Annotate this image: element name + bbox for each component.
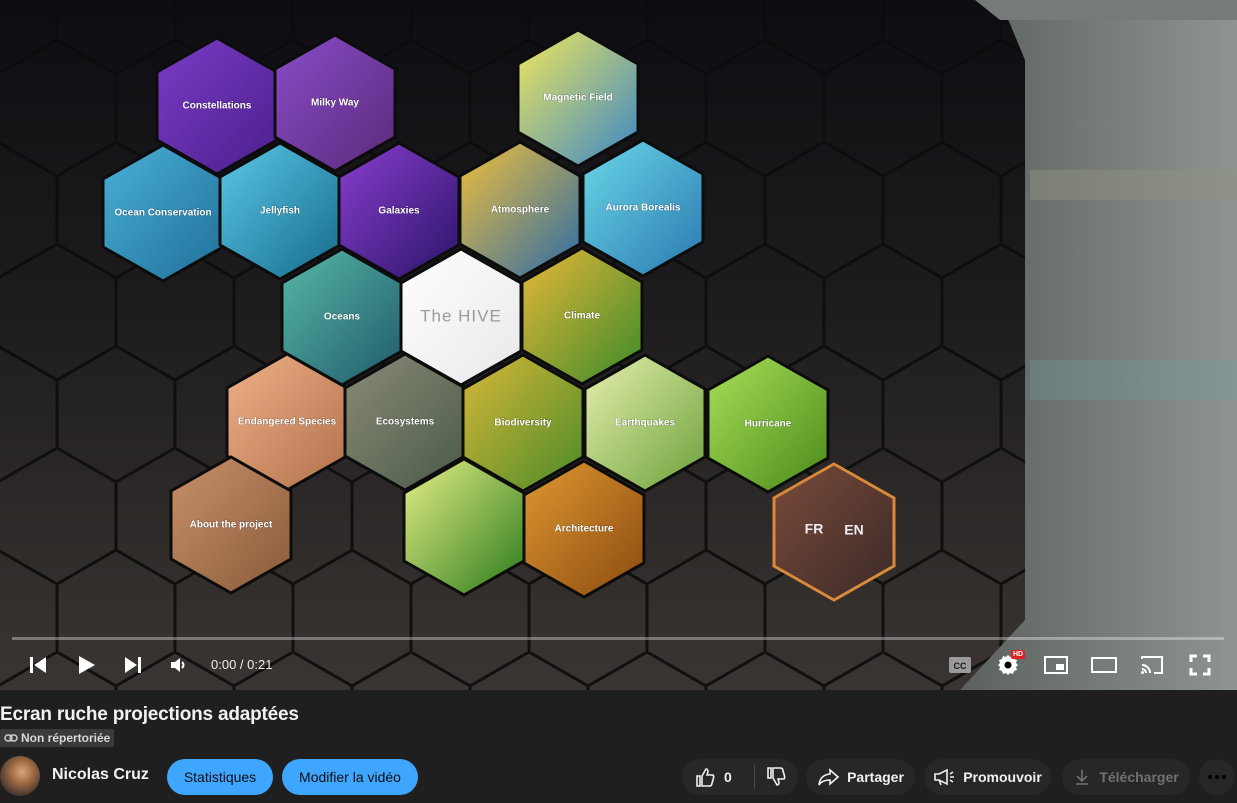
previous-button[interactable] xyxy=(20,645,56,685)
like-button[interactable]: 0 xyxy=(682,759,754,795)
hex-ecosystems-label: Ecosystems xyxy=(376,417,435,428)
hex-climate-label: Climate xyxy=(564,311,601,322)
video-title: Ecran ruche projections adaptées xyxy=(0,704,299,725)
link-icon xyxy=(4,734,18,742)
hex-ocean-conservation-label: Ocean Conservation xyxy=(114,208,211,219)
hex-milky-way-label: Milky Way xyxy=(311,98,359,109)
visibility-label: Non répertoriée xyxy=(21,731,111,745)
skip-next-icon xyxy=(125,657,141,673)
svg-text:CC: CC xyxy=(954,661,967,671)
captions-button[interactable]: CC xyxy=(942,645,978,685)
settings-button[interactable]: HD xyxy=(990,645,1026,685)
mute-button[interactable] xyxy=(161,645,197,685)
channel-avatar[interactable] xyxy=(0,756,40,796)
volume-icon xyxy=(171,658,185,672)
fullscreen-button[interactable] xyxy=(1182,645,1218,685)
like-dislike-group: 0 xyxy=(682,759,798,795)
megaphone-icon xyxy=(934,768,955,786)
promote-button[interactable]: Promouvoir xyxy=(924,759,1051,795)
edit-video-button[interactable]: Modifier la vidéo xyxy=(282,759,418,795)
dislike-button[interactable] xyxy=(755,759,797,795)
hex-biodiversity-label: Biodiversity xyxy=(494,418,552,429)
video-frame: Constellations Milky Way Magnetic Field Oce… xyxy=(0,0,1237,690)
video-player[interactable]: Constellations Milky Way Magnetic Field Oce… xyxy=(0,0,1237,690)
download-label: Télécharger xyxy=(1099,769,1179,785)
download-icon xyxy=(1076,770,1089,785)
hex-magnetic-field-label: Magnetic Field xyxy=(543,93,612,104)
hex-aurora-borealis-label: Aurora Borealis xyxy=(605,203,680,214)
miniplayer-icon xyxy=(1044,656,1068,674)
theater-mode-button[interactable] xyxy=(1086,645,1122,685)
captions-icon: CC xyxy=(949,657,971,673)
player-controls: 0:00 / 0:21 CC HD xyxy=(0,645,1237,685)
cast-icon xyxy=(1141,656,1163,674)
hex-architecture-label: Architecture xyxy=(555,524,614,535)
next-button[interactable] xyxy=(115,645,151,685)
language-fr-label: FR xyxy=(805,521,824,537)
play-icon xyxy=(79,656,95,674)
hex-oceans-label: Oceans xyxy=(324,312,361,323)
download-button[interactable]: Télécharger xyxy=(1062,759,1190,795)
statistics-button[interactable]: Statistiques xyxy=(167,759,273,795)
hex-constellations-label: Constellations xyxy=(183,101,252,112)
channel-name[interactable]: Nicolas Cruz xyxy=(52,766,149,784)
share-label: Partager xyxy=(847,769,904,785)
hex-about-the-project-label: About the project xyxy=(190,520,273,531)
hd-badge: HD xyxy=(1011,650,1026,659)
miniplayer-button[interactable] xyxy=(1038,645,1074,685)
progress-bar[interactable] xyxy=(12,637,1224,640)
promote-label: Promouvoir xyxy=(963,769,1042,785)
thumbs-up-icon xyxy=(696,768,715,787)
more-actions-button[interactable] xyxy=(1199,759,1235,795)
hex-endangered-species-label: Endangered Species xyxy=(238,417,337,428)
share-button[interactable]: Partager xyxy=(806,759,915,795)
skip-previous-icon xyxy=(30,657,46,673)
like-count: 0 xyxy=(724,769,732,785)
more-icon xyxy=(1208,775,1226,779)
hex-atmosphere-label: Atmosphere xyxy=(491,205,550,216)
fullscreen-icon xyxy=(1189,654,1211,676)
theater-mode-icon xyxy=(1091,657,1117,673)
hex-jellyfish-label: Jellyfish xyxy=(260,206,300,217)
visibility-badge: Non répertoriée xyxy=(0,729,115,747)
hive-label: The HIVE xyxy=(420,306,502,325)
hex-galaxies-label: Galaxies xyxy=(378,206,420,217)
time-display: 0:00 / 0:21 xyxy=(211,657,273,672)
play-button[interactable] xyxy=(68,645,104,685)
hex-earthquakes-label: Earthquakes xyxy=(615,418,675,429)
hex-hurricane-label: Hurricane xyxy=(745,419,792,430)
cast-button[interactable] xyxy=(1134,645,1170,685)
thumbs-down-icon xyxy=(767,767,786,786)
share-icon xyxy=(818,768,840,786)
language-en-label: EN xyxy=(844,522,863,538)
